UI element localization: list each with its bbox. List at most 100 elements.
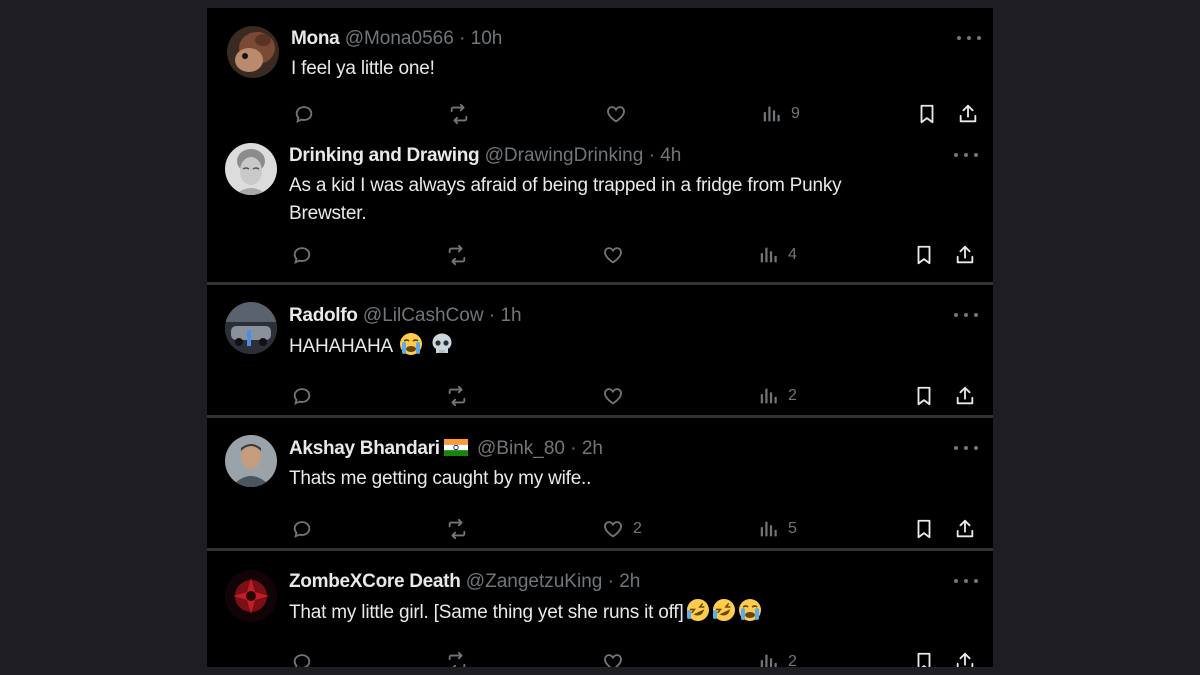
author-handle[interactable]: @ZangetzuKing <box>466 571 603 592</box>
skull-emoji <box>430 332 454 365</box>
avatar[interactable] <box>225 570 277 622</box>
like-button[interactable] <box>601 382 633 410</box>
more-icon[interactable] <box>954 148 978 162</box>
share-button[interactable] <box>954 241 976 269</box>
author-name[interactable]: Drinking and Drawing <box>289 145 480 166</box>
more-icon[interactable] <box>954 574 978 588</box>
like-icon <box>604 388 622 405</box>
author-handle[interactable]: @DrawingDrinking <box>485 145 644 166</box>
tweet-actions: 9 <box>207 100 993 128</box>
tweet-text: That my little girl. [Same thing yet she… <box>289 602 684 623</box>
repost-button[interactable] <box>445 382 469 410</box>
tweet-divider <box>207 415 993 418</box>
views-button[interactable]: 9 <box>761 100 800 128</box>
reply-icon <box>295 106 313 123</box>
repost-icon <box>448 518 466 540</box>
tweet[interactable]: Akshay Bhandari @Bink_80 · 2h Thats me g… <box>207 435 993 545</box>
avatar[interactable] <box>225 143 277 195</box>
share-button[interactable] <box>957 100 979 128</box>
repost-icon <box>448 385 466 407</box>
author-name[interactable]: ZombeXCore Death <box>289 571 461 592</box>
author-name[interactable]: Mona <box>291 28 340 49</box>
tweet-divider <box>207 548 993 551</box>
views-icon <box>760 521 777 537</box>
like-button[interactable] <box>601 241 633 269</box>
share-button[interactable] <box>954 515 976 543</box>
author-name[interactable]: Radolfo <box>289 305 358 326</box>
like-button[interactable] <box>604 100 636 128</box>
reply-button[interactable] <box>291 515 313 543</box>
timestamp[interactable]: 1h <box>500 305 521 326</box>
share-icon <box>956 519 974 538</box>
like-button[interactable] <box>601 648 633 667</box>
bookmark-icon <box>917 652 931 667</box>
repost-button[interactable] <box>445 241 469 269</box>
views-button[interactable]: 2 <box>758 648 797 667</box>
separator-dot: · <box>570 438 577 459</box>
repost-button[interactable] <box>447 100 471 128</box>
tweet-header: ZombeXCore Death @ZangetzuKing · 2h <box>289 570 640 594</box>
bookmark-icon <box>917 386 931 406</box>
timestamp[interactable]: 4h <box>660 145 681 166</box>
reply-button[interactable] <box>291 648 313 667</box>
more-icon[interactable] <box>954 441 978 455</box>
repost-button[interactable] <box>445 515 469 543</box>
tweet-text: I feel ya little one! <box>291 58 435 79</box>
timestamp[interactable]: 10h <box>471 28 503 49</box>
crying-face-emoji <box>399 332 423 365</box>
tweet[interactable]: Drinking and Drawing @DrawingDrinking · … <box>207 142 993 274</box>
author-handle[interactable]: @Mona0566 <box>345 28 454 49</box>
separator-dot: · <box>607 571 614 592</box>
tweet[interactable]: ZombeXCore Death @ZangetzuKing · 2h That… <box>207 568 993 667</box>
avatar[interactable] <box>227 26 279 78</box>
reply-icon <box>293 247 311 264</box>
author-handle[interactable]: @Bink_80 <box>477 438 565 459</box>
bookmark-button[interactable] <box>916 100 938 128</box>
avatar[interactable] <box>225 302 277 354</box>
bookmark-icon <box>917 245 931 265</box>
reply-button[interactable] <box>293 100 315 128</box>
india-flag-icon <box>443 439 468 463</box>
tweet-actions: 2 <box>207 382 993 410</box>
crying-face-emoji <box>738 598 762 631</box>
view-count: 5 <box>788 520 797 537</box>
avatar[interactable] <box>225 435 277 487</box>
repost-button[interactable] <box>445 648 469 667</box>
view-count: 4 <box>788 246 797 263</box>
like-icon <box>604 521 622 538</box>
tweet[interactable]: Mona @Mona0566 · 10h I feel ya little on… <box>207 25 993 135</box>
author-handle[interactable]: @LilCashCow <box>363 305 484 326</box>
share-button[interactable] <box>954 648 976 667</box>
like-icon <box>604 247 622 264</box>
views-button[interactable]: 2 <box>758 382 797 410</box>
tweet-header: Drinking and Drawing @DrawingDrinking · … <box>289 144 681 168</box>
more-icon[interactable] <box>957 31 981 45</box>
like-count: 2 <box>633 520 642 537</box>
tweet-text: HAHAHAHA <box>289 336 392 357</box>
timestamp[interactable]: 2h <box>619 571 640 592</box>
bookmark-button[interactable] <box>913 241 935 269</box>
views-icon <box>760 388 777 404</box>
repost-icon <box>450 103 468 125</box>
bookmark-button[interactable] <box>913 648 935 667</box>
reply-button[interactable] <box>291 382 313 410</box>
share-button[interactable] <box>954 382 976 410</box>
author-name[interactable]: Akshay Bhandari <box>289 438 440 459</box>
tweet-header: Radolfo @LilCashCow · 1h <box>289 304 522 328</box>
bookmark-button[interactable] <box>913 382 935 410</box>
tweet-text: Thats me getting caught by my wife.. <box>289 468 592 489</box>
separator-dot: · <box>488 305 496 326</box>
share-icon <box>956 245 974 264</box>
tweet[interactable]: Radolfo @LilCashCow · 1h HAHAHAHA 2 <box>207 302 993 412</box>
separator-dot: · <box>459 28 466 49</box>
reply-button[interactable] <box>291 241 313 269</box>
views-button[interactable]: 5 <box>758 515 797 543</box>
reply-icon <box>293 388 311 405</box>
bookmark-button[interactable] <box>913 515 935 543</box>
like-button[interactable]: 2 <box>601 515 642 543</box>
timestamp[interactable]: 2h <box>582 438 603 459</box>
tweet-actions: 2 <box>207 648 993 667</box>
more-icon[interactable] <box>954 308 978 322</box>
tweet-text: As a kid I was always afraid of being tr… <box>289 175 842 224</box>
views-button[interactable]: 4 <box>758 241 797 269</box>
